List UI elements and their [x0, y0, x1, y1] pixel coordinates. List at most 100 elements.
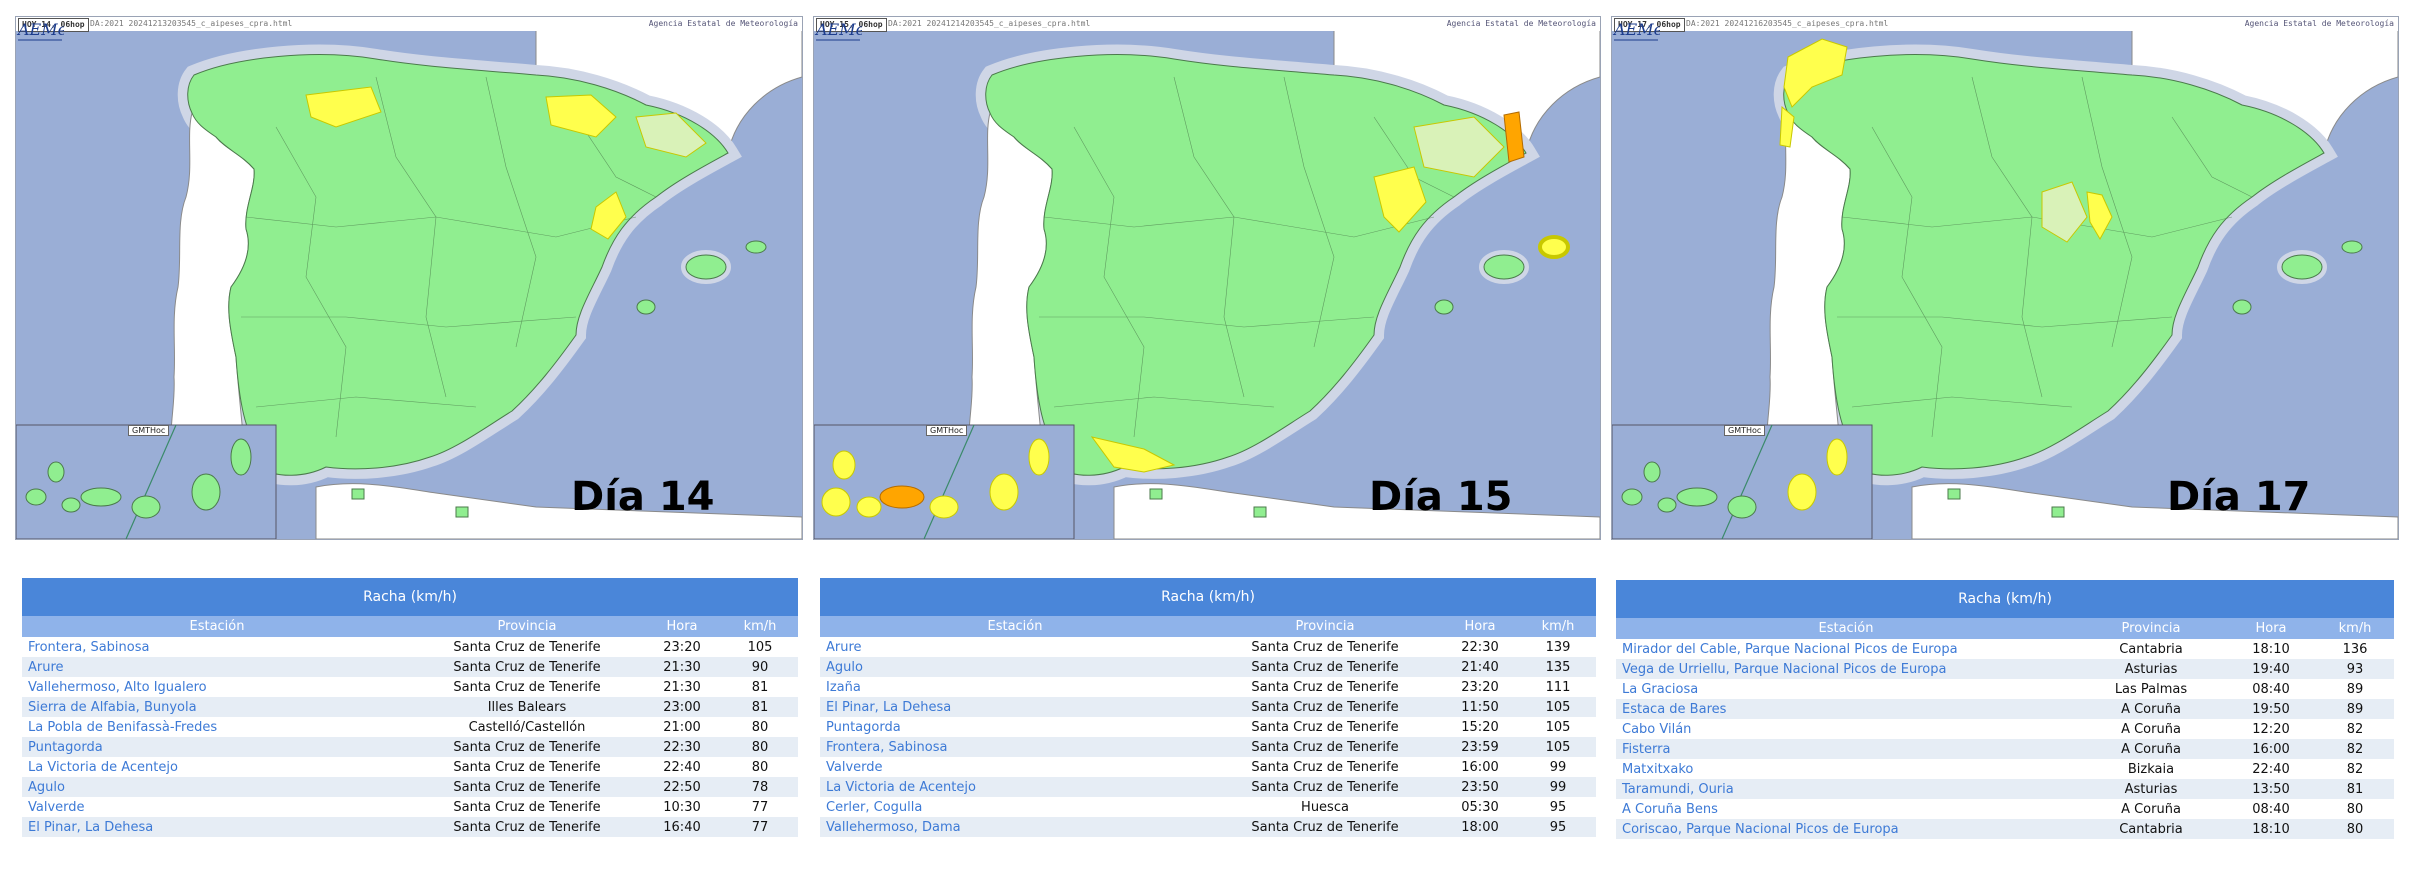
header-kmh: km/h — [722, 616, 799, 637]
province-cell: A Coruña — [2076, 719, 2226, 739]
table-row: Agulo Santa Cruz de Tenerife 22:50 78 — [22, 777, 799, 797]
time-cell: 22:40 — [2226, 759, 2316, 779]
station-link[interactable]: La Pobla de Benifassà-Fredes — [22, 717, 412, 737]
table-title: Racha (km/h) — [1616, 580, 2395, 618]
table-row: Coriscao, Parque Nacional Picos de Europ… — [1616, 819, 2395, 839]
table-row: El Pinar, La Dehesa Santa Cruz de Tenerif… — [820, 697, 1597, 717]
province-cell: A Coruña — [2076, 799, 2226, 819]
spain-warning-map-svg — [1612, 17, 2398, 539]
station-link[interactable]: Cerler, Cogulla — [820, 797, 1210, 817]
station-link[interactable]: Valverde — [22, 797, 412, 817]
province-cell: Bizkaia — [2076, 759, 2226, 779]
time-cell: 13:50 — [2226, 779, 2316, 799]
station-link[interactable]: Sierra de Alfabia, Bunyola — [22, 697, 412, 717]
station-link[interactable]: Arure — [22, 657, 412, 677]
station-link[interactable]: El Pinar, La Dehesa — [22, 817, 412, 837]
header-hora: Hora — [2226, 618, 2316, 639]
speed-cell: 105 — [1520, 697, 1597, 717]
aemet-logo: AEMet — [16, 20, 64, 41]
station-link[interactable]: La Victoria de Acentejo — [22, 757, 412, 777]
station-link[interactable]: Puntagorda — [22, 737, 412, 757]
speed-cell: 105 — [1520, 717, 1597, 737]
station-link[interactable]: El Pinar, La Dehesa — [820, 697, 1210, 717]
province-cell: Santa Cruz de Tenerife — [412, 677, 642, 697]
table-row: La Pobla de Benifassà-Fredes Castelló/Cas… — [22, 717, 799, 737]
header-hora: Hora — [1440, 616, 1520, 637]
province-cell: Las Palmas — [2076, 679, 2226, 699]
station-link[interactable]: Agulo — [22, 777, 412, 797]
header-estacion: Estación — [22, 616, 412, 637]
time-cell: 21:30 — [642, 677, 722, 697]
speed-cell: 105 — [722, 637, 799, 657]
station-link[interactable]: Estaca de Bares — [1616, 699, 2076, 719]
station-link[interactable]: Coriscao, Parque Nacional Picos de Europ… — [1616, 819, 2076, 839]
warning-map: HOY 14, 06hop DA:2021 20241213203545_c_a… — [15, 16, 803, 540]
station-link[interactable]: La Graciosa — [1616, 679, 2076, 699]
wind-gust-table: Racha (km/h) Estación Provincia Hora km/… — [820, 578, 1597, 837]
time-cell: 23:20 — [642, 637, 722, 657]
speed-cell: 82 — [2316, 739, 2395, 759]
station-link[interactable]: Vallehermoso, Alto Igualero — [22, 677, 412, 697]
province-cell: Huesca — [1210, 797, 1440, 817]
station-link[interactable]: Cabo Vilán — [1616, 719, 2076, 739]
map-header: HOY 15, 06hop DA:2021 20241214203545_c_a… — [814, 17, 1600, 32]
canary-tag: GMTHoc — [1724, 425, 1766, 436]
canary-inset — [814, 424, 1075, 539]
station-link[interactable]: Fisterra — [1616, 739, 2076, 759]
table-row: Vallehermoso, Alto Igualero Santa Cruz de… — [22, 677, 799, 697]
melilla — [455, 506, 469, 518]
station-link[interactable]: Agulo — [820, 657, 1210, 677]
station-link[interactable]: Vallehermoso, Dama — [820, 817, 1210, 837]
speed-cell: 81 — [722, 697, 799, 717]
station-link[interactable]: Izaña — [820, 677, 1210, 697]
aemet-logo: AEMet — [814, 20, 862, 41]
spain-warning-map-svg — [814, 17, 1600, 539]
station-link[interactable]: Puntagorda — [820, 717, 1210, 737]
province-cell: Santa Cruz de Tenerife — [1210, 777, 1440, 797]
time-cell: 21:30 — [642, 657, 722, 677]
warning-map: HOY 15, 06hop DA:2021 20241214203545_c_a… — [813, 16, 1601, 540]
station-link[interactable]: Frontera, Sabinosa — [22, 637, 412, 657]
ceuta — [1149, 488, 1163, 500]
time-cell: 22:50 — [642, 777, 722, 797]
speed-cell: 105 — [1520, 737, 1597, 757]
table-row: Agulo Santa Cruz de Tenerife 21:40 135 — [820, 657, 1597, 677]
header-hora: Hora — [642, 616, 722, 637]
province-cell: Asturias — [2076, 779, 2226, 799]
aemet-logo-text: AEMet — [814, 20, 862, 39]
station-link[interactable]: A Coruña Bens — [1616, 799, 2076, 819]
province-cell: A Coruña — [2076, 739, 2226, 759]
speed-cell: 80 — [722, 737, 799, 757]
time-cell: 23:00 — [642, 697, 722, 717]
province-cell: Asturias — [2076, 659, 2226, 679]
speed-cell: 99 — [1520, 757, 1597, 777]
station-link[interactable]: Frontera, Sabinosa — [820, 737, 1210, 757]
speed-cell: 99 — [1520, 777, 1597, 797]
station-link[interactable]: Taramundi, Ouria — [1616, 779, 2076, 799]
ceuta — [1947, 488, 1961, 500]
speed-cell: 78 — [722, 777, 799, 797]
station-link[interactable]: Matxitxako — [1616, 759, 2076, 779]
table-row: Arure Santa Cruz de Tenerife 21:30 90 — [22, 657, 799, 677]
speed-cell: 95 — [1520, 817, 1597, 837]
station-link[interactable]: Valverde — [820, 757, 1210, 777]
melilla — [1253, 506, 1267, 518]
table-row: Cabo Vilán A Coruña 12:20 82 — [1616, 719, 2395, 739]
station-link[interactable]: Arure — [820, 637, 1210, 657]
station-link[interactable]: Mirador del Cable, Parque Nacional Picos… — [1616, 639, 2076, 659]
station-link[interactable]: La Victoria de Acentejo — [820, 777, 1210, 797]
province-cell: Santa Cruz de Tenerife — [412, 737, 642, 757]
time-cell: 23:59 — [1440, 737, 1520, 757]
header-estacion: Estación — [820, 616, 1210, 637]
province-cell: Santa Cruz de Tenerife — [1210, 697, 1440, 717]
station-link[interactable]: Vega de Urriellu, Parque Nacional Picos … — [1616, 659, 2076, 679]
speed-cell: 90 — [722, 657, 799, 677]
time-cell: 08:40 — [2226, 679, 2316, 699]
province-cell: Santa Cruz de Tenerife — [1210, 677, 1440, 697]
province-cell: Santa Cruz de Tenerife — [1210, 657, 1440, 677]
time-cell: 08:40 — [2226, 799, 2316, 819]
speed-cell: 77 — [722, 817, 799, 837]
speed-cell: 80 — [722, 717, 799, 737]
province-cell: A Coruña — [2076, 699, 2226, 719]
map-file-label: DA:2021 20241213203545_c_aipeses_cpra.ht… — [90, 19, 293, 28]
